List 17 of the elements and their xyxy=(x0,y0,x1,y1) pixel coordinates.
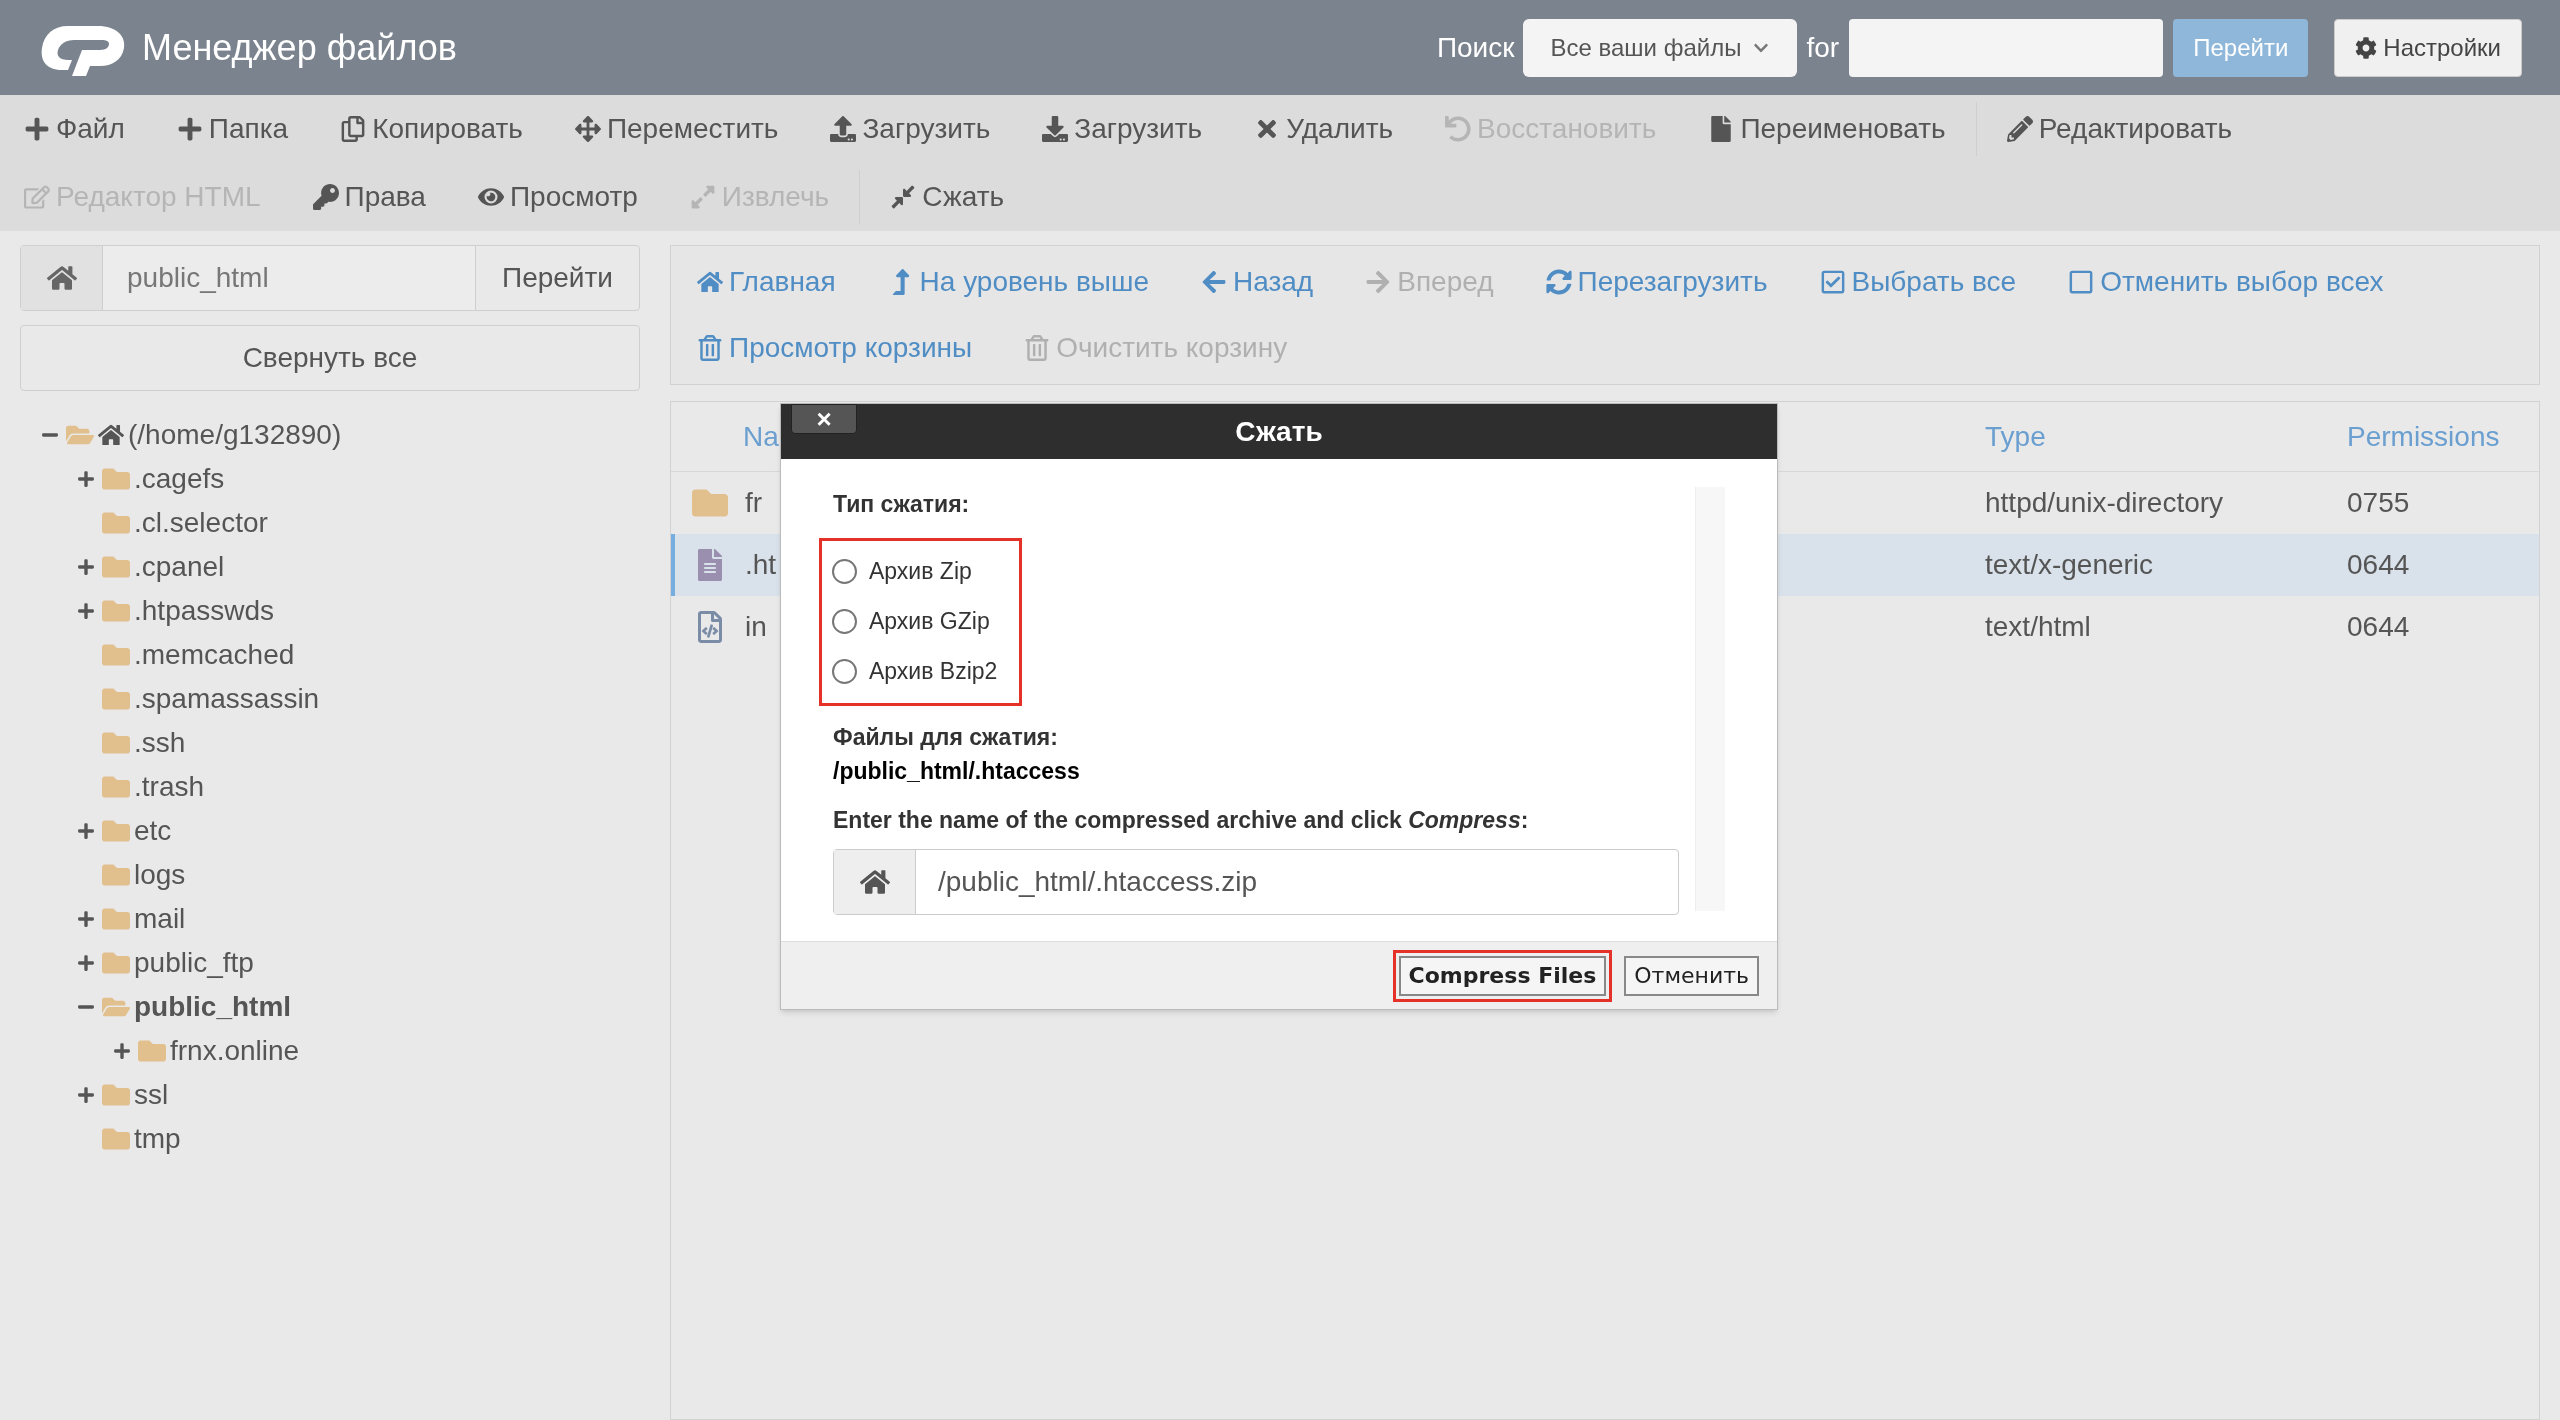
files-value: /public_html/.htaccess xyxy=(833,757,1081,786)
table-cell-text: fr xyxy=(745,486,764,520)
compression-type-label: Тип сжатия: xyxy=(833,490,971,519)
files-label: Файлы для сжатия: xyxy=(833,722,1059,752)
table-cell-text: in xyxy=(745,610,768,644)
app-title: Менеджер файлов xyxy=(142,25,457,70)
dialog-title: Сжать xyxy=(1235,414,1323,449)
archive-name-prompt: Enter the name of the compressed archive and click Compress: xyxy=(833,805,1530,835)
table-cell-text: 0755 xyxy=(2347,486,2411,520)
table-cell-text: .ht xyxy=(745,548,778,582)
table-cell-text: httpd/unix-directory xyxy=(1985,486,2225,520)
search-label: Поиск xyxy=(1436,30,1515,65)
for-label: for xyxy=(1806,30,1840,65)
table-cell-text: text/html xyxy=(1985,610,2092,644)
table-cell-text: 0644 xyxy=(2347,610,2411,644)
table-cell-text: text/x-generic xyxy=(1985,548,2155,582)
table-cell-text: 0644 xyxy=(2347,548,2411,582)
